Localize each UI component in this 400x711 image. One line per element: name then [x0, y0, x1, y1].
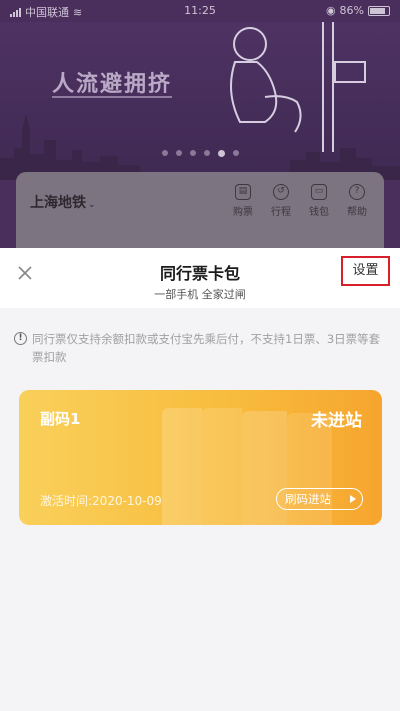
pagination-dot[interactable]: [175, 150, 182, 156]
pagination-dot[interactable]: [161, 150, 168, 156]
metro-city-selector[interactable]: 上海地铁 ⌄: [30, 192, 96, 212]
info-icon: !: [14, 332, 27, 345]
banner-pagination: [0, 150, 400, 157]
help-label: 帮助: [347, 207, 367, 218]
history-icon: ↺: [273, 184, 289, 200]
play-arrow-icon: [350, 495, 356, 503]
battery-percent: 86%: [339, 4, 364, 17]
banner-underline: [52, 96, 172, 98]
status-bar: 中国联通 ≋ 11:25 ◉ 86%: [0, 0, 400, 22]
metro-city-label: 上海地铁: [30, 195, 86, 211]
ticket-status: 未进站: [311, 411, 362, 431]
wallet-button[interactable]: ▭ 钱包: [306, 184, 332, 218]
ticket-card[interactable]: 副码1 未进站 激活时间:2020-10-09 刷码进站: [19, 390, 382, 525]
sheet-header: 同行票卡包 一部手机 全家过闸 设置: [0, 248, 400, 308]
pagination-dot[interactable]: [232, 150, 239, 156]
location-icon: ◉: [325, 4, 336, 17]
banner-title: 人流避拥挤: [52, 72, 173, 97]
metro-card: 上海地铁 ⌄ ▤ 购票 ↺ 行程 ▭ 钱包 ? 帮助: [16, 172, 384, 250]
ticket-icon: ▤: [235, 184, 251, 200]
sheet-title: 同行票卡包: [159, 264, 240, 283]
pagination-dot[interactable]: [189, 150, 196, 156]
wallet-icon: ▭: [311, 184, 327, 200]
metro-actions: ▤ 购票 ↺ 行程 ▭ 钱包 ? 帮助: [230, 184, 370, 218]
screen: 中国联通 ≋ 11:25 ◉ 86% 人流避拥挤 上海地铁 ⌄ ▤ 购票 ↺ 行…: [0, 0, 400, 711]
commuter-illustration: [230, 22, 366, 152]
help-icon: ?: [349, 184, 365, 200]
notice-text: 同行票仅支持余额扣款或支付宝先乘后付，不支持1日票、3日票等套票扣款: [32, 332, 381, 364]
help-button[interactable]: ? 帮助: [344, 184, 370, 218]
wallet-label: 钱包: [309, 207, 329, 218]
settings-button[interactable]: 设置: [341, 256, 390, 286]
status-right: ◉ 86%: [326, 4, 390, 17]
pagination-dot[interactable]: [203, 150, 210, 156]
scan-to-enter-label: 刷码进站: [285, 492, 331, 506]
background-app: 中国联通 ≋ 11:25 ◉ 86% 人流避拥挤 上海地铁 ⌄ ▤ 购票 ↺ 行…: [0, 0, 400, 250]
trip-history-button[interactable]: ↺ 行程: [268, 184, 294, 218]
companion-ticket-sheet: 同行票卡包 一部手机 全家过闸 设置 ! 同行票仅支持余额扣款或支付宝先乘后付，…: [0, 248, 400, 711]
notice: ! 同行票仅支持余额扣款或支付宝先乘后付，不支持1日票、3日票等套票扣款: [14, 330, 386, 366]
banner[interactable]: 人流避拥挤: [0, 22, 400, 180]
chevron-down-icon: ⌄: [88, 200, 96, 210]
buy-ticket-label: 购票: [233, 207, 253, 218]
scan-to-enter-button[interactable]: 刷码进站: [276, 488, 363, 510]
activation-date: 激活时间:2020-10-09: [40, 494, 162, 508]
sheet-subtitle: 一部手机 全家过闸: [154, 288, 246, 301]
buy-ticket-button[interactable]: ▤ 购票: [230, 184, 256, 218]
battery-icon: [368, 5, 390, 16]
ticket-code: 副码1: [40, 410, 81, 428]
pagination-dot-active[interactable]: [217, 150, 225, 157]
trip-history-label: 行程: [271, 207, 291, 218]
